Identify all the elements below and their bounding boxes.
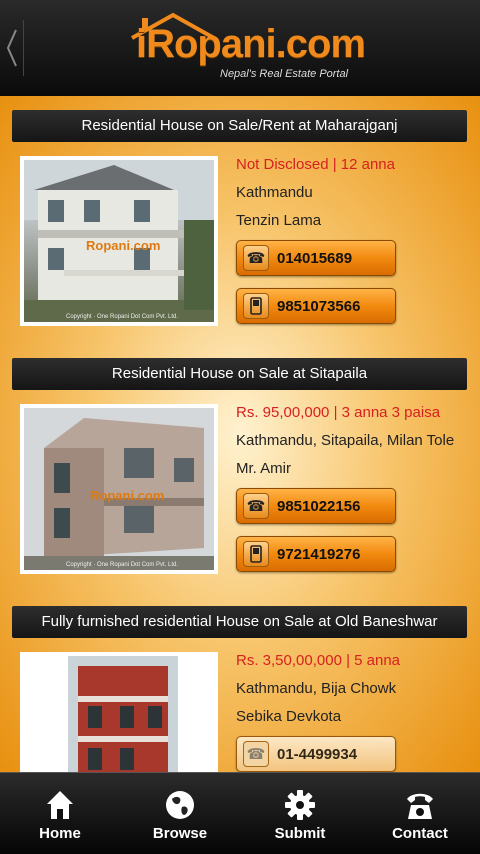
back-button[interactable] <box>0 20 24 76</box>
bottom-tab-bar: Home Browse Submit Contact <box>0 772 480 854</box>
listing-agent: Mr. Amir <box>236 460 291 477</box>
listing-agent: Sebika Devkota <box>236 708 342 725</box>
tab-label: Contact <box>392 824 448 842</box>
mobile-number: 9721419276 <box>277 545 361 563</box>
mobile-number: 9851073566 <box>277 297 361 315</box>
globe-icon <box>166 790 194 819</box>
listings-list[interactable]: Residential House on Sale/Rent at Mahara… <box>0 96 480 772</box>
telephone-icon <box>407 793 433 819</box>
telephone-icon: ☎ <box>243 245 269 271</box>
call-mobile-button[interactable]: 9851073566 <box>236 288 396 324</box>
logo-text: iRopani.com <box>136 22 366 66</box>
gear-icon <box>285 789 315 820</box>
tab-label: Submit <box>274 824 326 842</box>
listing-item[interactable]: Fully furnished residential House on Sal… <box>0 598 480 772</box>
listing-location: Kathmandu, Bija Chowk <box>236 680 397 697</box>
tab-label: Home <box>39 824 81 842</box>
tab-label: Browse <box>152 824 208 842</box>
call-phone-button[interactable]: ☎ 014015689 <box>236 240 396 276</box>
listing-agent: Tenzin Lama <box>236 212 322 229</box>
logo[interactable]: iRopani.com Nepal's Real Estate Portal <box>128 12 366 82</box>
tab-submit[interactable]: Submit <box>240 773 360 854</box>
logo-tagline: Nepal's Real Estate Portal <box>220 68 349 80</box>
mobile-phone-icon <box>243 293 269 319</box>
listing-title[interactable]: Residential House on Sale at Sitapaila <box>12 358 467 390</box>
telephone-icon: ☎ <box>243 493 269 519</box>
telephone-icon: ☎ <box>243 741 269 767</box>
phone-number: 01-4499934 <box>277 745 358 763</box>
tab-home[interactable]: Home <box>0 773 120 854</box>
listing-price: Rs. 95,00,000 | 3 anna 3 paisa <box>236 404 441 421</box>
tab-browse[interactable]: Browse <box>120 773 240 854</box>
photo-watermark: Ropani.com <box>90 488 165 503</box>
listing-title[interactable]: Fully furnished residential House on Sal… <box>12 606 467 638</box>
house-image <box>24 656 214 772</box>
chevron-left-icon <box>6 29 17 67</box>
listing-item[interactable]: Residential House on Sale at Sitapaila R… <box>0 350 480 598</box>
call-phone-button[interactable]: ☎ 9851022156 <box>236 488 396 524</box>
phone-number: 9851022156 <box>277 497 361 515</box>
photo-watermark: Ropani.com <box>86 238 161 253</box>
call-mobile-button[interactable]: 9721419276 <box>236 536 396 572</box>
listing-price: Rs. 3,50,00,000 | 5 anna <box>236 652 401 669</box>
photo-copyright: Copyright · One Ropani Dot Com Pvt. Ltd. <box>66 314 179 320</box>
listing-photo[interactable]: Ropani.com Copyright · One Ropani Dot Co… <box>20 404 218 574</box>
home-icon <box>47 790 73 819</box>
tab-contact[interactable]: Contact <box>360 773 480 854</box>
listing-location: Kathmandu <box>236 184 313 201</box>
app-header: iRopani.com Nepal's Real Estate Portal <box>0 0 480 96</box>
listing-location: Kathmandu, Sitapaila, Milan Tole <box>236 432 455 449</box>
call-phone-button[interactable]: ☎ 01-4499934 <box>236 736 396 772</box>
photo-copyright: Copyright · One Ropani Dot Com Pvt. Ltd. <box>66 562 179 568</box>
listing-price: Not Disclosed | 12 anna <box>236 156 395 173</box>
listing-item[interactable]: Residential House on Sale/Rent at Mahara… <box>0 102 480 350</box>
listing-title[interactable]: Residential House on Sale/Rent at Mahara… <box>12 110 467 142</box>
listing-photo[interactable] <box>20 652 218 772</box>
listing-photo[interactable]: Ropani.com Copyright · One Ropani Dot Co… <box>20 156 218 326</box>
phone-number: 014015689 <box>277 249 353 267</box>
mobile-phone-icon <box>243 541 269 567</box>
